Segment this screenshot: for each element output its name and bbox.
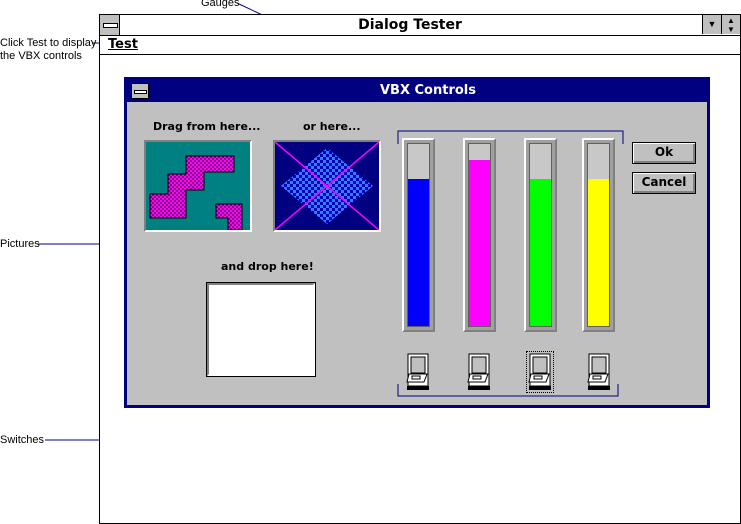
system-menu-icon (134, 90, 147, 94)
cancel-button[interactable]: Cancel (632, 172, 696, 194)
gauge-fill (588, 178, 609, 326)
gauge-track (468, 143, 491, 327)
menu-bar: Test (100, 36, 740, 55)
callout-pictures: Pictures (0, 238, 40, 250)
menu-test[interactable]: Test (108, 36, 138, 54)
picture-source-1[interactable] (144, 140, 252, 232)
drop-label: and drop here! (221, 260, 314, 273)
callout-test-line1: Click Test to display (0, 37, 97, 49)
toggle-switch-2[interactable] (466, 352, 492, 392)
diamond-picture (274, 141, 380, 231)
vbx-title: VBX Controls (380, 83, 476, 98)
system-menu-button[interactable] (100, 15, 120, 35)
toggle-switch-3[interactable] (526, 351, 554, 393)
gauge-track (587, 143, 610, 327)
gauge-1 (402, 138, 435, 332)
callout-test-line2: the VBX controls (0, 50, 82, 62)
gauge-track (529, 143, 552, 327)
vbx-titlebar: VBX Controls (127, 80, 707, 102)
gauge-fill (469, 160, 490, 326)
gauge-4 (582, 138, 615, 332)
or-label: or here... (303, 120, 361, 133)
zigzag-picture (146, 142, 250, 231)
drag-label: Drag from here... (153, 120, 261, 133)
restore-icon: ▲ ▼ (727, 16, 735, 34)
gauge-track (407, 143, 430, 327)
vbx-controls-dialog: VBX Controls Drag from here... or here..… (124, 77, 710, 408)
callout-gauges: Gauges (201, 0, 240, 9)
maximize-button[interactable]: ▲ ▼ (721, 15, 740, 34)
gauge-3 (524, 138, 557, 332)
minimize-button[interactable]: ▼ (702, 15, 721, 34)
vbx-system-menu-button[interactable] (131, 83, 149, 99)
switch-icon (587, 353, 610, 390)
minimize-icon: ▼ (707, 19, 717, 29)
gauge-fill (530, 178, 551, 326)
switch-icon (406, 353, 429, 390)
toggle-switch-1[interactable] (405, 352, 431, 392)
window-title: Dialog Tester (358, 17, 462, 33)
callout-switches: Switches (0, 434, 45, 446)
switch-icon (528, 353, 551, 390)
switch-icon (467, 353, 490, 390)
system-menu-icon (103, 23, 118, 28)
gauge-fill (408, 178, 429, 326)
toggle-switch-4[interactable] (586, 352, 612, 392)
outer-titlebar: Dialog Tester ▼ ▲ ▼ (100, 15, 740, 36)
ok-button[interactable]: Ok (632, 142, 696, 164)
drop-target[interactable] (206, 282, 316, 377)
gauge-2 (463, 138, 496, 332)
picture-source-2[interactable] (273, 140, 381, 232)
